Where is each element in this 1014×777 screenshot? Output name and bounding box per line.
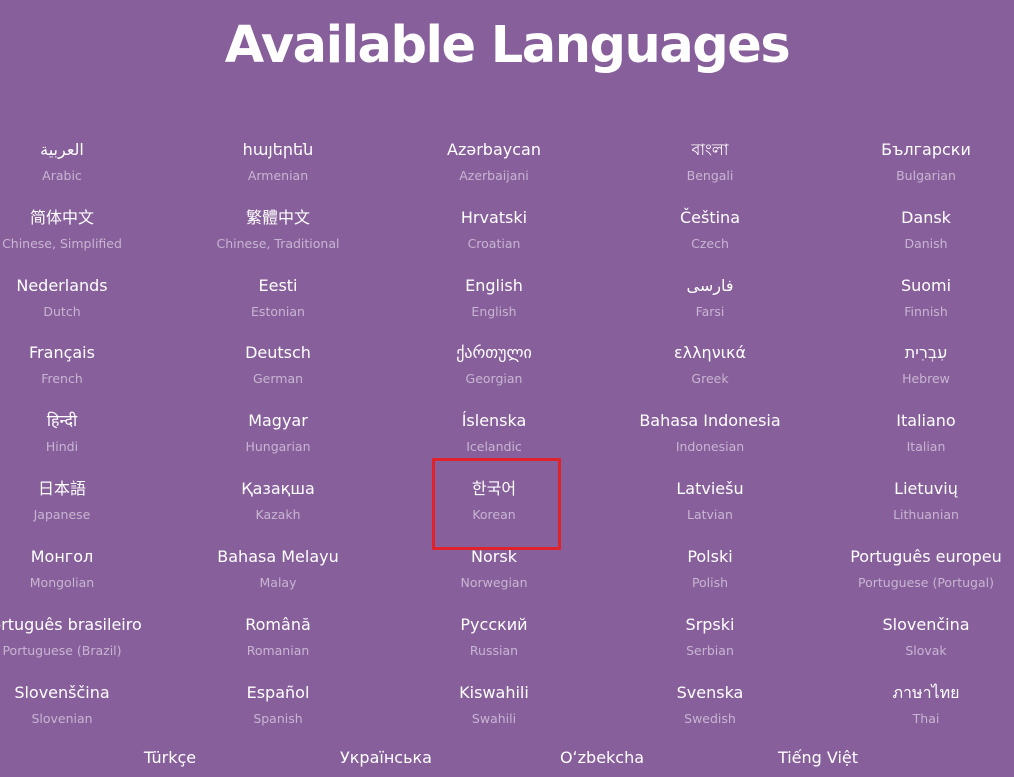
- language-english-name: Finnish: [904, 304, 948, 319]
- language-item[interactable]: हिन्दी Hindi: [0, 410, 170, 468]
- language-item[interactable]: Lietuvių Lithuanian: [818, 478, 1014, 536]
- language-item[interactable]: 日本語 Japanese: [0, 478, 170, 536]
- language-native-name: ภาษาไทย: [892, 683, 960, 702]
- language-item[interactable]: Slovenščina Slovenian: [0, 682, 170, 740]
- language-item[interactable]: Türkçe: [70, 747, 270, 771]
- language-item[interactable]: Português brasileiroPortuguese (Brazil): [0, 614, 170, 672]
- language-item[interactable]: Español Spanish: [170, 682, 386, 740]
- language-item[interactable]: 繁體中文 Chinese, Traditional: [170, 207, 386, 265]
- language-item[interactable]: Қазақша Kazakh: [170, 478, 386, 536]
- language-native-name: Oʻzbekcha: [559, 748, 645, 767]
- language-item[interactable]: العربية Arabic: [0, 139, 170, 197]
- language-item[interactable]: հայերեն Armenian: [170, 139, 386, 197]
- language-item[interactable]: English English: [386, 275, 602, 333]
- language-english-name: Lithuanian: [893, 507, 959, 522]
- language-item[interactable]: Azərbaycan Azerbaijani: [386, 139, 602, 197]
- language-native-name: Suomi: [900, 276, 952, 295]
- language-item[interactable]: Norsk Norwegian: [386, 546, 602, 604]
- language-native-name: Dansk: [901, 208, 951, 227]
- language-item[interactable]: Dansk Danish: [818, 207, 1014, 265]
- language-item[interactable]: Svenska Swedish: [602, 682, 818, 740]
- language-item[interactable]: বাংলা Bengali: [602, 139, 818, 197]
- language-item[interactable]: Bahasa Melayu Malay: [170, 546, 386, 604]
- language-item[interactable]: Oʻzbekcha: [502, 747, 702, 771]
- language-item[interactable]: Íslenska Icelandic: [386, 410, 602, 468]
- language-item[interactable]: Русский Russian: [386, 614, 602, 672]
- language-item[interactable]: Polski Polish: [602, 546, 818, 604]
- language-item[interactable]: Srpski Serbian: [602, 614, 818, 672]
- language-native-name: Slovenčina: [882, 615, 970, 634]
- language-item[interactable]: Монгол Mongolian: [0, 546, 170, 604]
- language-item[interactable]: Kiswahili Swahili: [386, 682, 602, 740]
- language-item[interactable]: ภาษาไทย Thai: [818, 682, 1014, 740]
- language-native-name: Português europeu: [850, 547, 1002, 566]
- language-native-name: Български: [881, 140, 971, 159]
- language-item[interactable]: Slovenčina Slovak: [818, 614, 1014, 672]
- language-english-name: Italian: [906, 439, 946, 454]
- language-english-name: Portuguese (Portugal): [858, 575, 994, 590]
- language-english-name: Slovak: [905, 643, 947, 658]
- language-native-name: Lietuvių: [894, 479, 958, 498]
- language-english-name: Thai: [912, 711, 940, 726]
- language-item[interactable]: Français French: [0, 342, 170, 400]
- language-native-name: Italiano: [896, 411, 956, 430]
- language-item[interactable]: Eesti Estonian: [170, 275, 386, 333]
- language-english-name: Bulgarian: [896, 168, 956, 183]
- language-native-name: עִבְרִית: [904, 343, 948, 362]
- language-item[interactable]: Deutsch German: [170, 342, 386, 400]
- language-item[interactable]: ქართული Georgian: [386, 342, 602, 400]
- language-item[interactable]: Magyar Hungarian: [170, 410, 386, 468]
- language-item[interactable]: 한국어 Korean: [386, 478, 602, 536]
- language-native-name: Tiếng Việt: [777, 748, 859, 767]
- language-item[interactable]: Čeština Czech: [602, 207, 818, 265]
- language-item[interactable]: فارسی Farsi: [602, 275, 818, 333]
- language-item[interactable]: ελληνικά Greek: [602, 342, 818, 400]
- language-item[interactable]: Italiano Italian: [818, 410, 1014, 468]
- language-item[interactable]: Tiếng Việt: [718, 747, 918, 771]
- language-item[interactable]: Română Romanian: [170, 614, 386, 672]
- language-item[interactable]: Українська: [286, 747, 486, 771]
- language-item[interactable]: Nederlands Dutch: [0, 275, 170, 333]
- language-item[interactable]: Български Bulgarian: [818, 139, 1014, 197]
- language-item[interactable]: Suomi Finnish: [818, 275, 1014, 333]
- language-native-name: Українська: [340, 748, 432, 767]
- language-item[interactable]: Bahasa Indonesia Indonesian: [602, 410, 818, 468]
- language-english-name: Hebrew: [902, 371, 950, 386]
- language-item[interactable]: עִבְרִית Hebrew: [818, 342, 1014, 400]
- language-item[interactable]: Português europeu Portuguese (Portugal): [818, 546, 1014, 604]
- language-item[interactable]: Latviešu Latvian: [602, 478, 818, 536]
- language-item[interactable]: 简体中文 Chinese, Simplified: [0, 207, 170, 265]
- language-native-name: Türkçe: [143, 748, 197, 767]
- language-item[interactable]: Hrvatski Croatian: [386, 207, 602, 265]
- language-english-name: Danish: [904, 236, 948, 251]
- page-title: Available Languages: [224, 16, 791, 75]
